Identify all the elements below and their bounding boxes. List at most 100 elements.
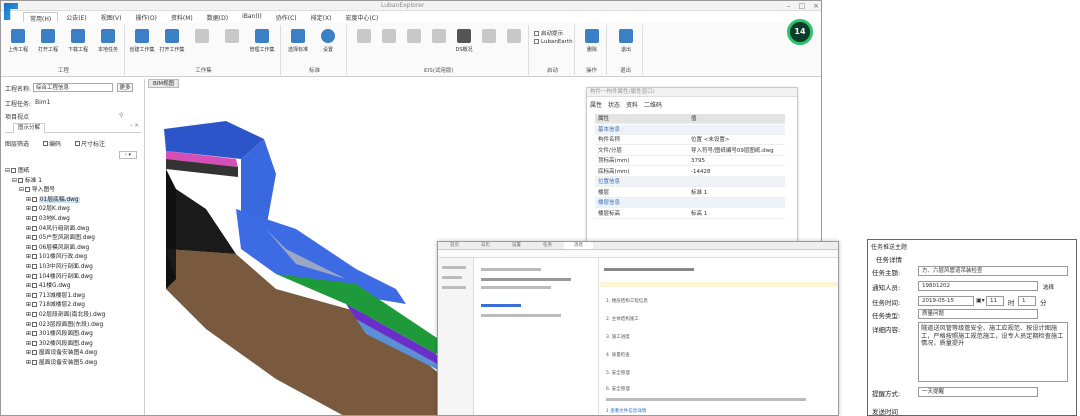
- select-standard-button[interactable]: 选择标准: [285, 29, 311, 53]
- open-project-button[interactable]: 打开工程: [35, 29, 61, 53]
- tab-material[interactable]: 资料(M): [165, 12, 199, 22]
- ids-button-1[interactable]: [351, 29, 377, 46]
- expand-icon[interactable]: ⊞: [26, 350, 31, 356]
- checkbox-icon[interactable]: [31, 359, 37, 365]
- tab-calendar[interactable]: 日历: [471, 242, 500, 249]
- content-textarea[interactable]: 隧道送风管等级管安全、施工应规范、按设计图施工，严格按照施工规范施工，设专人员定…: [918, 322, 1068, 382]
- tree-node[interactable]: ⊟ 图纸: [5, 167, 143, 177]
- tree-node[interactable]: ⊞ 302楼风段面图.dwg: [5, 340, 143, 350]
- calendar-icon[interactable]: ▣▾: [976, 297, 985, 304]
- checkbox-icon[interactable]: [31, 235, 37, 241]
- checkbox-icon[interactable]: [31, 350, 37, 356]
- collapse-button[interactable]: ‹ ▾: [119, 151, 137, 159]
- project-select[interactable]: 综合工程信息: [33, 83, 113, 92]
- tab-qrcode[interactable]: 二维码: [644, 100, 662, 109]
- detail-link[interactable]: 1 查看文件信息详情: [606, 408, 646, 414]
- tree-node[interactable]: ⊞ 03地K.dwg: [5, 215, 143, 225]
- expand-icon[interactable]: ⊞: [26, 331, 31, 337]
- tree-node[interactable]: ⊞ 023层段面图(东段).dwg: [5, 321, 143, 331]
- property-row[interactable]: 属性 值: [595, 114, 785, 124]
- maximize-button[interactable]: □: [799, 2, 806, 10]
- checkbox-icon[interactable]: [31, 196, 37, 202]
- expand-icon[interactable]: ⊞: [26, 264, 31, 270]
- checkbox-icon[interactable]: [31, 215, 37, 221]
- expand-icon[interactable]: ⊞: [26, 293, 31, 299]
- tab-home[interactable]: 常用(H): [23, 12, 59, 23]
- tree-node[interactable]: ⊞ 05户型风剖面图.dwg: [5, 234, 143, 244]
- hour-select[interactable]: 11: [986, 296, 1004, 306]
- tree-node[interactable]: ⊞ 103中风行剖面.dwg: [5, 263, 143, 273]
- startup-tip-checkbox[interactable]: 启动提示: [534, 29, 563, 37]
- notification-badge[interactable]: 14: [787, 19, 813, 45]
- property-row[interactable]: 底标高(mm) -14428: [595, 167, 785, 177]
- checkbox-icon[interactable]: [31, 283, 37, 289]
- expand-icon[interactable]: ⊞: [26, 322, 31, 328]
- checkbox-icon[interactable]: [31, 331, 37, 337]
- tree-node[interactable]: ⊞ 02层段剖面(南北段).dwg: [5, 311, 143, 321]
- remind-select[interactable]: 一天提醒: [918, 387, 1038, 397]
- minute-select[interactable]: 1: [1018, 296, 1036, 306]
- pin-icon[interactable]: ⚲: [119, 112, 123, 119]
- tab-home[interactable]: 首页: [440, 242, 469, 249]
- ids-button-4[interactable]: [426, 29, 452, 46]
- checkbox-icon[interactable]: [31, 206, 37, 212]
- tab-messages[interactable]: 消息: [564, 242, 593, 249]
- ids-overview-button[interactable]: DS概况: [451, 29, 477, 53]
- property-row[interactable]: 楼层 标准 1: [595, 188, 785, 198]
- type-select[interactable]: 质量问题: [918, 309, 1038, 319]
- ids-button-3[interactable]: [401, 29, 427, 46]
- tab-center[interactable]: 宏度中心(C): [339, 12, 384, 22]
- checkbox-icon[interactable]: [31, 292, 37, 298]
- tab-docs[interactable]: 资料: [626, 100, 638, 109]
- tab-operate[interactable]: 操作(O): [129, 12, 162, 22]
- expand-icon[interactable]: ⊞: [26, 216, 31, 222]
- expand-icon[interactable]: ⊞: [26, 254, 31, 260]
- panel-controls[interactable]: ‹ ✕: [130, 123, 139, 129]
- tree-node[interactable]: ⊞ 301楼风段面图.dwg: [5, 330, 143, 340]
- expand-icon[interactable]: ⊞: [26, 226, 31, 232]
- checkbox-icon[interactable]: [31, 273, 37, 279]
- expand-icon[interactable]: ⊞: [26, 274, 31, 280]
- flag-button[interactable]: [219, 29, 245, 46]
- download-project-button[interactable]: 下载工程: [65, 29, 91, 53]
- checkbox-icon[interactable]: [31, 263, 37, 269]
- property-row[interactable]: 楼层标高 标高 1: [595, 209, 785, 219]
- choose-button[interactable]: 选择: [1043, 283, 1054, 291]
- checkbox-icon[interactable]: [31, 225, 37, 231]
- property-row[interactable]: 文件/分层 导入符号/图纸编号09层图纸.dwg: [595, 146, 785, 156]
- lubanearth-checkbox[interactable]: LubanEarth: [534, 39, 573, 45]
- checkbox-icon[interactable]: [31, 321, 37, 327]
- tree-node[interactable]: ⊞ 718城楼层2.dwg: [5, 301, 143, 311]
- expand-icon[interactable]: ⊞: [26, 360, 31, 366]
- property-row[interactable]: 楼层信息: [595, 198, 785, 208]
- tree-node[interactable]: ⊞ 02层K.dwg: [5, 205, 143, 215]
- checkbox-icon[interactable]: [31, 244, 37, 250]
- property-row[interactable]: 构件名称 位置 <未设置>: [595, 135, 785, 145]
- property-row[interactable]: 基本信息: [595, 124, 785, 135]
- date-input[interactable]: 2019-05-15: [918, 296, 974, 306]
- tab-view[interactable]: 视图(V): [95, 12, 128, 22]
- manage-workset-button[interactable]: 管理工作集: [249, 29, 275, 53]
- dimension-checkbox[interactable]: 尺寸标注: [75, 139, 105, 148]
- property-row[interactable]: 位置信息: [595, 177, 785, 187]
- expand-icon[interactable]: ⊟: [19, 187, 24, 193]
- tree-node[interactable]: ⊞ 06层模风剖面.dwg: [5, 244, 143, 254]
- layer-filter[interactable]: 图层筛选: [5, 139, 29, 148]
- tab-collab[interactable]: 协作(C): [270, 12, 303, 22]
- tab-announce[interactable]: 公告(E): [60, 12, 92, 22]
- settings-button[interactable]: 设置: [315, 29, 341, 53]
- tree-node[interactable]: ⊞ 104楼风行剖面.dwg: [5, 273, 143, 283]
- minimize-button[interactable]: –: [787, 2, 791, 10]
- checkbox-icon[interactable]: [31, 302, 37, 308]
- exit-button[interactable]: 退出: [613, 29, 639, 53]
- checkbox-icon[interactable]: [31, 254, 37, 260]
- delete-button[interactable]: 删除: [579, 29, 605, 53]
- ids-button-2[interactable]: [376, 29, 402, 46]
- tree-node[interactable]: ⊟ 标准 1: [5, 177, 143, 187]
- subject-input[interactable]: 方、六层风管道吊装检查: [918, 266, 1068, 276]
- tab-schedule[interactable]: 排定(X): [305, 12, 338, 22]
- tree-node[interactable]: ⊞ 101楼风行政.dwg: [5, 253, 143, 263]
- property-row[interactable]: 顶标高(mm) 3795: [595, 156, 785, 166]
- tree-node[interactable]: ⊞ 713城楼层1.dwg: [5, 292, 143, 302]
- tab-iban[interactable]: iBan(I): [236, 12, 268, 22]
